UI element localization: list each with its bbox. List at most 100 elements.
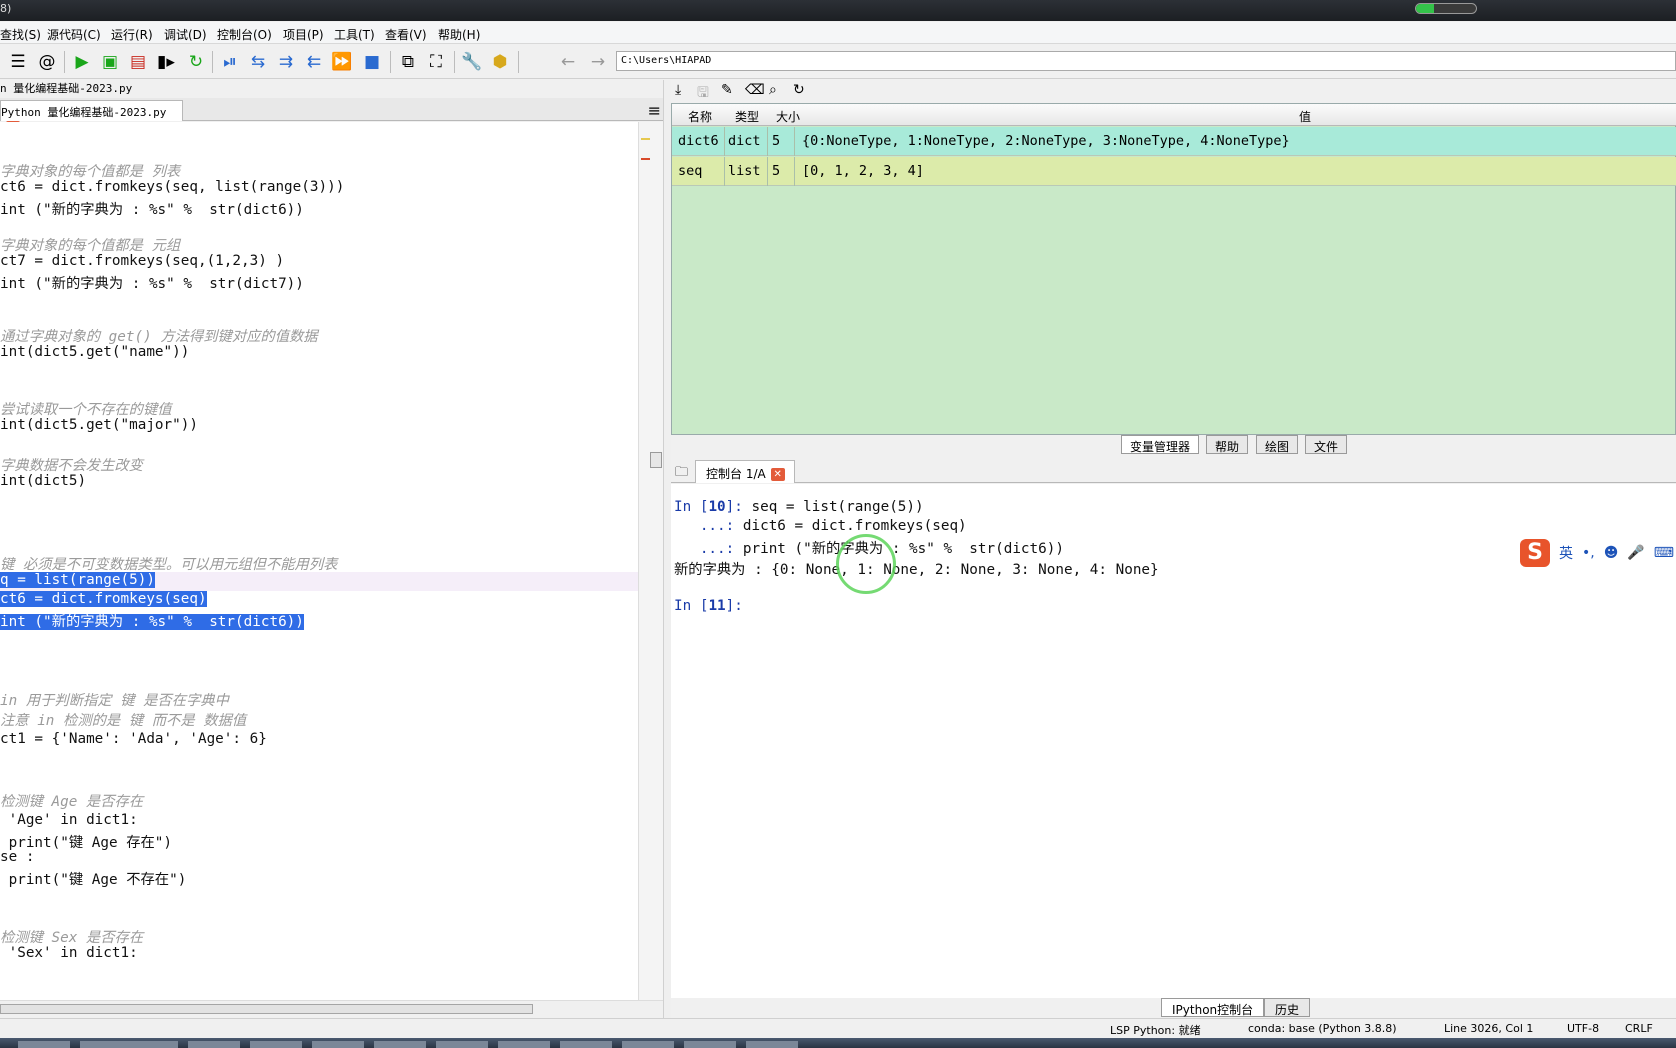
- menu-bar: 查找(S) 源代码(C) 运行(R) 调试(D) 控制台(O) 项目(P) 工具…: [0, 22, 1676, 44]
- punctuation-icon[interactable]: •,: [1582, 545, 1595, 561]
- keyboard-icon[interactable]: ⌨: [1654, 545, 1674, 561]
- fullscreen-icon[interactable]: ⛶: [424, 50, 448, 74]
- tab-history[interactable]: 历史: [1264, 998, 1311, 1017]
- back-icon[interactable]: ←: [556, 50, 580, 74]
- code-line: int(dict5): [0, 473, 87, 489]
- code-line: q = list(range(5)): [0, 572, 638, 591]
- column-value[interactable]: 值: [1299, 108, 1311, 125]
- tab-plots[interactable]: 绘图: [1256, 435, 1299, 454]
- code-line: 'Sex' in dict1:: [0, 945, 138, 961]
- status-bar: LSP Python: 就绪 conda: base (Python 3.8.8…: [0, 1018, 1676, 1038]
- refresh-icon[interactable]: ↻: [793, 82, 805, 98]
- code-line: 尝试读取一个不存在的键值: [0, 402, 172, 418]
- editor-tab-label: Python 量化编程基础-2023.py: [1, 106, 167, 119]
- code-line: 检测键 Sex 是否存在: [0, 930, 144, 946]
- os-taskbar: [0, 1038, 1676, 1048]
- variable-row[interactable]: seq list 5 [0, 1, 2, 3, 4]: [672, 157, 1676, 186]
- working-directory-field[interactable]: C:\Users\HIAPAD: [616, 51, 1676, 71]
- menu-search[interactable]: 查找(S): [0, 26, 41, 43]
- continue-icon[interactable]: ⏩: [330, 50, 354, 74]
- input-method-toolbar[interactable]: S 英 •, ☻ 🎤 ⌨: [1516, 537, 1676, 569]
- file-encoding: UTF-8: [1567, 1022, 1600, 1035]
- at-icon[interactable]: @: [35, 50, 59, 74]
- tab-files[interactable]: 文件: [1305, 435, 1348, 454]
- maximize-pane-icon[interactable]: ⧉: [396, 50, 420, 74]
- emoji-icon[interactable]: ☻: [1604, 545, 1619, 561]
- editor-vertical-scrollbar[interactable]: [638, 122, 663, 1000]
- code-line: int(dict5.get("major")): [0, 417, 198, 433]
- conda-env-status[interactable]: conda: base (Python 3.8.8): [1248, 1022, 1397, 1035]
- console-tab[interactable]: 控制台 1/A ✕: [695, 460, 795, 483]
- column-size[interactable]: 大小: [776, 108, 800, 125]
- wrench-icon[interactable]: 🔧: [460, 50, 484, 74]
- console-output: 新的字典为 : {0: None, 1: None, 2: None, 3: N…: [674, 562, 1159, 578]
- column-type[interactable]: 类型: [735, 108, 759, 125]
- toolbar: ☰ @ ▶ ▣ ▤ ▮▸ ↻ ⏯ ⇆ ⇉ ⇇ ⏩ ■ ⧉ ⛶ 🔧 ⬢ ← → C…: [0, 45, 1676, 79]
- debug-icon[interactable]: ⏯: [218, 50, 242, 74]
- microphone-icon[interactable]: 🎤: [1627, 545, 1644, 561]
- editor-horizontal-scrollbar[interactable]: [0, 1000, 663, 1016]
- run-selection-icon[interactable]: ▮▸: [154, 50, 178, 74]
- column-name[interactable]: 名称: [688, 108, 712, 125]
- folder-icon[interactable]: 🗀: [675, 463, 688, 485]
- eraser-icon[interactable]: ⌫: [745, 82, 765, 98]
- menu-help[interactable]: 帮助(H): [438, 26, 480, 43]
- bottom-pane-tabs: IPython控制台 历史: [671, 998, 1676, 1018]
- window-title: 8): [0, 2, 12, 15]
- code-line: ct6 = dict.fromkeys(seq, list(range(3))): [0, 179, 345, 195]
- code-line: 检测键 Age 是否存在: [0, 794, 144, 810]
- scrollbar-thumb[interactable]: [0, 1004, 533, 1014]
- console-prompt: In [11]:: [674, 598, 743, 614]
- tab-help[interactable]: 帮助: [1206, 435, 1249, 454]
- code-line: int ("新的字典为 : %s" % str(dict6)): [0, 202, 304, 218]
- top-pane-tabs: 变量管理器 帮助 绘图 文件: [671, 435, 1676, 455]
- pane-splitter[interactable]: [663, 80, 671, 1018]
- python-path-icon[interactable]: ⬢: [488, 50, 512, 74]
- menu-tools[interactable]: 工具(T): [334, 26, 375, 43]
- menu-run[interactable]: 运行(R): [111, 26, 153, 43]
- progress-bar: [1415, 3, 1477, 14]
- tab-variable-explorer[interactable]: 变量管理器: [1121, 435, 1200, 454]
- code-line: in 用于判断指定 键 是否在字典中: [0, 693, 229, 709]
- code-line: int ("新的字典为 : %s" % str(dict7)): [0, 276, 304, 292]
- forward-icon[interactable]: →: [586, 50, 610, 74]
- lsp-status[interactable]: LSP Python: 就绪: [1110, 1022, 1201, 1038]
- menu-view[interactable]: 查看(V): [385, 26, 427, 43]
- search-icon[interactable]: ⌕: [769, 82, 777, 98]
- tab-ipython-console[interactable]: IPython控制台: [1161, 998, 1265, 1017]
- scrollbar-thumb[interactable]: [650, 452, 662, 468]
- list-icon[interactable]: ☰: [6, 50, 30, 74]
- code-line: 字典对象的每个值都是 列表: [0, 164, 181, 180]
- step-into-icon[interactable]: ⇉: [274, 50, 298, 74]
- console-input-line: In [10]: seq = list(range(5)): [674, 499, 924, 515]
- variable-row[interactable]: dict6 dict 5 {0:NoneType, 1:NoneType, 2:…: [672, 127, 1676, 156]
- run-icon[interactable]: ▶: [70, 50, 94, 74]
- editor-tab[interactable]: Python 量化编程基础-2023.py✕: [0, 100, 183, 134]
- run-cell-advance-icon[interactable]: ▤: [126, 50, 150, 74]
- save-as-icon[interactable]: ✎: [721, 82, 733, 98]
- code-line: int(dict5.get("name")): [0, 344, 190, 360]
- menu-project[interactable]: 项目(P): [283, 26, 324, 43]
- close-icon[interactable]: ✕: [770, 468, 785, 481]
- rerun-icon[interactable]: ↻: [184, 50, 208, 74]
- code-editor[interactable]: 字典对象的每个值都是 列表 ct6 = dict.fromkeys(seq, li…: [0, 122, 638, 1000]
- step-return-icon[interactable]: ⇇: [302, 50, 326, 74]
- var-value: [0, 1, 2, 3, 4]: [802, 163, 924, 179]
- var-name: dict6: [678, 133, 719, 149]
- step-icon[interactable]: ⇆: [246, 50, 270, 74]
- ime-mode[interactable]: 英: [1559, 543, 1573, 563]
- import-data-icon[interactable]: ⤓: [675, 82, 681, 98]
- menu-debug[interactable]: 调试(D): [164, 26, 207, 43]
- menu-console[interactable]: 控制台(O): [217, 26, 272, 43]
- hamburger-menu-icon[interactable]: ≡: [648, 101, 661, 120]
- stop-icon[interactable]: ■: [360, 50, 384, 74]
- run-cell-icon[interactable]: ▣: [98, 50, 122, 74]
- var-size: 5: [772, 163, 781, 179]
- menu-source[interactable]: 源代码(C): [47, 26, 101, 43]
